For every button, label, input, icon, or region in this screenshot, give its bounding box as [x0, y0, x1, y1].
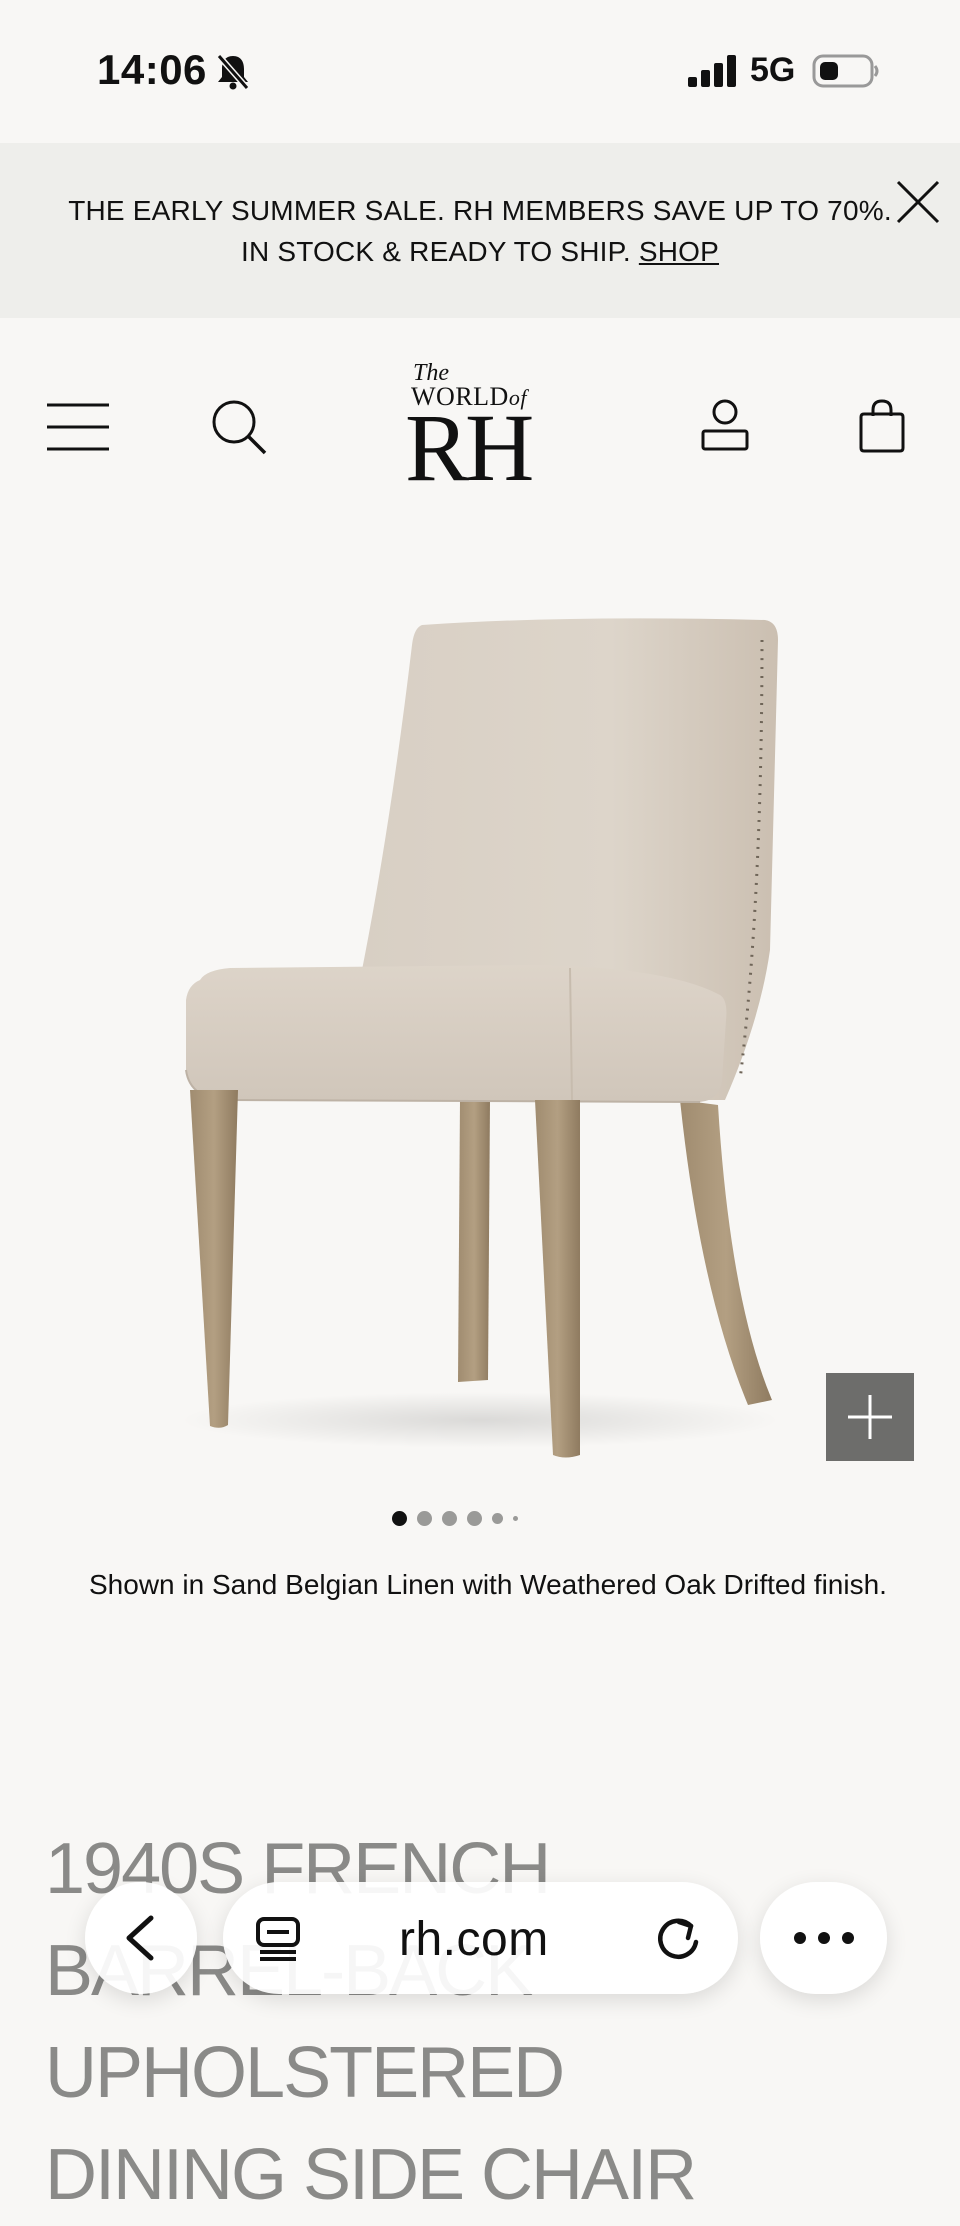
rh-logo[interactable]: The WORLDof RH: [405, 358, 555, 498]
close-icon[interactable]: [893, 177, 943, 227]
product-title-line3: DINING SIDE CHAIR: [45, 2135, 697, 2215]
account-icon[interactable]: [700, 398, 750, 452]
carousel-dots: [392, 1508, 518, 1528]
banner-text-line2-label: IN STOCK & READY TO SHIP.: [240, 236, 631, 267]
signal-icon: [688, 55, 736, 87]
logo-rh: RH: [405, 394, 534, 501]
address-bar[interactable]: rh.com: [223, 1882, 738, 1994]
silent-bell-icon: [216, 54, 250, 90]
network-type: 5G: [750, 51, 796, 89]
product-caption: Shown in Sand Belgian Linen with Weather…: [89, 1569, 887, 1600]
search-icon[interactable]: [210, 398, 268, 456]
product-title: 1940S FRENCH BARREL-BACK UPHOLSTERED DIN…: [45, 1818, 925, 2226]
carousel-dot[interactable]: [467, 1510, 482, 1526]
browser-back-button[interactable]: [85, 1882, 197, 1994]
banner-text-line2: IN STOCK & READY TO SHIP. SHOP: [0, 236, 960, 268]
carousel-dot[interactable]: [442, 1510, 457, 1526]
carousel-dot[interactable]: [492, 1512, 503, 1524]
plus-icon[interactable]: [826, 1373, 914, 1461]
url-text[interactable]: rh.com: [399, 1912, 549, 1967]
tabs-icon[interactable]: [255, 1916, 301, 1962]
reload-icon[interactable]: [655, 1914, 703, 1964]
bag-icon[interactable]: [858, 398, 906, 454]
status-bar: 14:06 5G: [0, 0, 960, 143]
shop-link[interactable]: SHOP: [639, 236, 719, 267]
product-image[interactable]: [150, 600, 800, 1470]
more-icon: [794, 1932, 854, 1944]
carousel-dot[interactable]: [513, 1515, 518, 1521]
menu-icon[interactable]: [46, 402, 110, 452]
banner-text-line1: THE EARLY SUMMER SALE. RH MEMBERS SAVE U…: [68, 195, 892, 226]
promo-banner: THE EARLY SUMMER SALE. RH MEMBERS SAVE U…: [0, 143, 960, 318]
more-button[interactable]: [760, 1882, 887, 1994]
back-icon: [126, 1915, 154, 1961]
battery-icon: [812, 54, 879, 88]
carousel-dot[interactable]: [392, 1510, 407, 1526]
status-time: 14:06: [97, 46, 207, 93]
carousel-dot[interactable]: [417, 1510, 432, 1526]
